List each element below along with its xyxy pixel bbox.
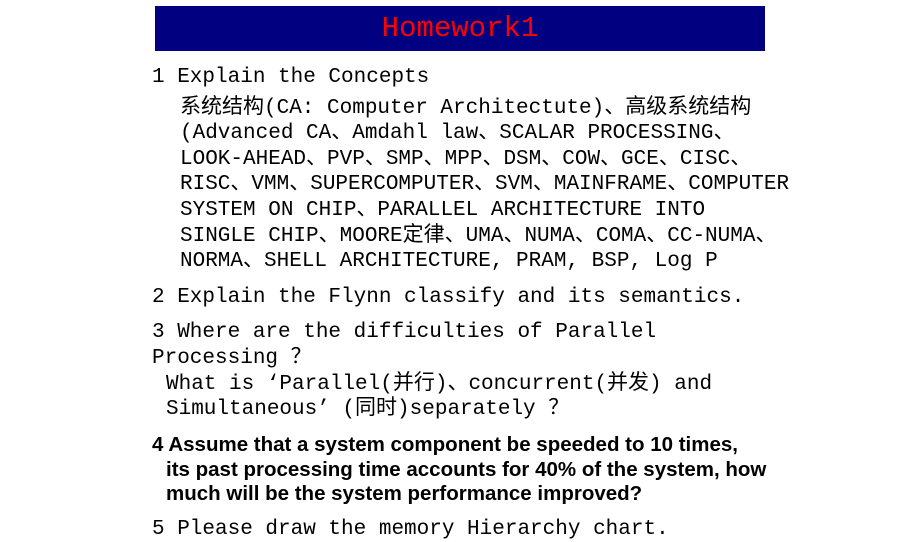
question-3-line1: 3 Where are the difficulties of Parallel… (152, 321, 656, 370)
content-area: 1 Explain the Concepts 系统结构(CA: Computer… (0, 65, 920, 542)
question-1-head: 1 Explain the Concepts (152, 65, 790, 91)
page-title: Homework1 (382, 12, 539, 45)
question-1: 1 Explain the Concepts 系统结构(CA: Computer… (152, 65, 790, 275)
question-5: 5 Please draw the memory Hierarchy chart… (152, 517, 790, 542)
question-4: 4 Assume that a system component be spee… (152, 433, 790, 507)
title-bar: Homework1 (155, 6, 765, 51)
question-3-line2: What is ‘Parallel(并行)、concurrent(并发) and… (152, 372, 790, 423)
question-4-line2: its past processing time accounts for 40… (152, 458, 790, 507)
question-3: 3 Where are the difficulties of Parallel… (152, 320, 790, 422)
question-2: 2 Explain the Flynn classify and its sem… (152, 285, 790, 311)
question-1-body: 系统结构(CA: Computer Architectute)、高级系统结构(A… (152, 96, 790, 275)
question-4-line1: 4 Assume that a system component be spee… (152, 433, 738, 456)
